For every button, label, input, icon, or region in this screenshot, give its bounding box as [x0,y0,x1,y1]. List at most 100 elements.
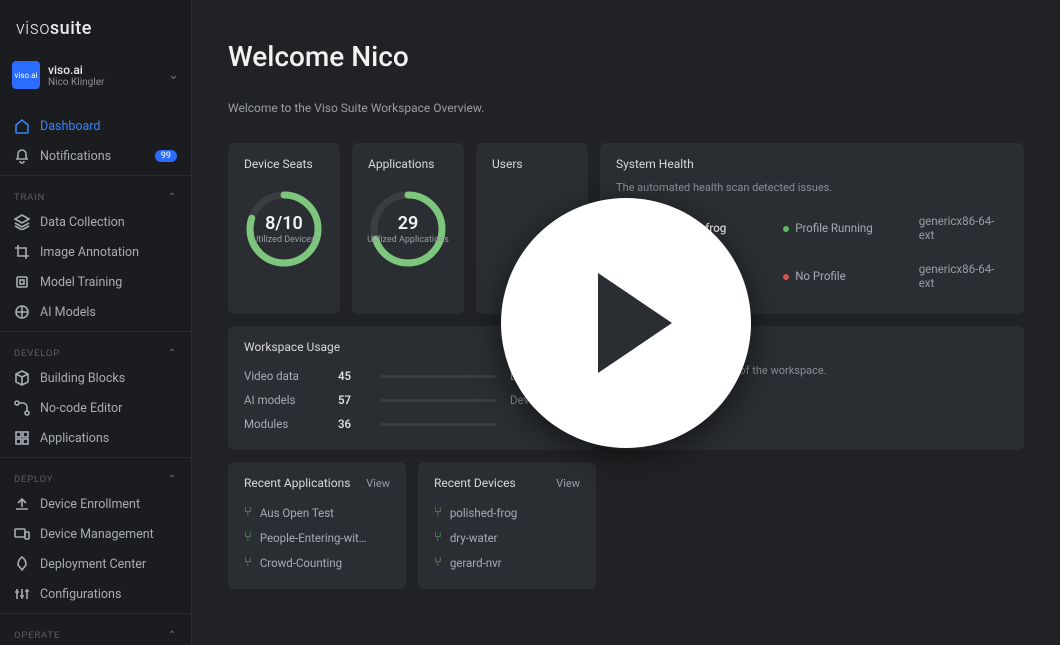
card-title: Recent Devices [434,476,516,490]
play-button[interactable] [501,198,751,448]
nav-label: Model Training [40,275,177,290]
view-link[interactable]: View [366,477,390,490]
nav-item-data-collection[interactable]: Data Collection [0,207,191,237]
nav-item-model-training[interactable]: Model Training [0,267,191,297]
org-switcher[interactable]: viso.ai viso.ai Nico Klingler ⌄ [0,53,191,103]
device-arch: genericx86-64-ext [919,262,1008,290]
applications-sub: Utilized Applications [367,236,449,246]
page-subtitle: Welcome to the Viso Suite Workspace Over… [228,101,1024,115]
nav-label: Building Blocks [40,371,177,386]
org-user: Nico Klingler [48,77,160,88]
nav-label: Image Annotation [40,245,177,260]
usage-value: 45 [338,369,366,383]
recent-devices-card: Recent Devices View ⑂polished-frog⑂dry-w… [418,462,596,589]
card-title: Recent Applications [244,476,350,490]
play-icon [598,273,672,373]
status-dot-icon [783,274,789,280]
nav-item-ai-models[interactable]: AI Models [0,297,191,327]
usage-bar [380,399,496,402]
device-seats-value: 8/10 [265,213,303,234]
chevron-up-icon: ⌃ [168,474,177,485]
divider [0,457,191,458]
branch-icon: ⑂ [244,555,252,570]
main-content: Welcome Nico Welcome to the Viso Suite W… [192,0,1060,645]
section-head-operate[interactable]: OPERATE⌃ [0,618,191,645]
recent-item[interactable]: ⑂ Aus Open Test [244,500,390,525]
brand-part1: viso [16,18,50,39]
home-icon [14,118,30,134]
nav-item-no-code-editor[interactable]: No-code Editor [0,393,191,423]
branch-icon: ⑂ [244,505,252,520]
card-title: Device Seats [244,157,313,171]
view-link[interactable]: View [556,477,580,490]
applications-value: 29 [398,213,419,234]
recent-item[interactable]: ⑂gerard-nvr [434,550,580,575]
device-seats-sub: Utilized Devices [252,236,315,246]
nav-label: Device Enrollment [40,497,177,512]
bell-icon [14,148,30,164]
crop-icon [14,244,30,260]
nav-label: AI Models [40,305,177,320]
branch-icon: ⑂ [244,530,252,545]
usage-value: 57 [338,393,366,407]
divider [0,331,191,332]
divider [0,175,191,176]
divider [0,613,191,614]
sidebar: visosuite viso.ai viso.ai Nico Klingler … [0,0,192,645]
nav-item-deployment-center[interactable]: Deployment Center [0,549,191,579]
nav-label: Applications [40,431,177,446]
sliders-icon [14,586,30,602]
card-title: Users [492,157,523,171]
chevron-down-icon: ⌄ [168,68,179,83]
brand-part2: suite [50,18,92,39]
flow-icon [14,400,30,416]
nav-label: Notifications [40,149,145,164]
usage-label: AI models [244,393,324,407]
chevron-up-icon: ⌃ [168,192,177,203]
section-head-train[interactable]: TRAIN ⌃ [0,180,191,207]
recent-item-label: Crowd-Counting [260,556,342,570]
nav-item-device-enrollment[interactable]: Device Enrollment [0,489,191,519]
grid-icon [14,430,30,446]
card-subtitle: The automated health scan detected issue… [616,181,1008,194]
usage-bar [380,423,496,426]
cube-icon [14,370,30,386]
branch-icon: ⑂ [434,555,442,570]
brain-icon [14,304,30,320]
nav-label: No-code Editor [40,401,177,416]
nav-item-dashboard[interactable]: Dashboard [0,111,191,141]
recent-item-label: Aus Open Test [260,506,334,520]
recent-item[interactable]: ⑂People-Entering-wit… [244,525,390,550]
nav-item-image-annotation[interactable]: Image Annotation [0,237,191,267]
nav-label: Data Collection [40,215,177,230]
applications-card[interactable]: Applications 29 Utilized Applications [352,143,464,314]
usage-bar [380,375,496,378]
nav-label: Configurations [40,587,177,602]
branch-icon: ⑂ [434,530,442,545]
nav-label: Dashboard [40,119,177,134]
nav-item-applications[interactable]: Applications [0,423,191,453]
section-head-deploy[interactable]: DEPLOY⌃ [0,462,191,489]
status-dot-icon [783,226,789,232]
device-arch: genericx86-64-ext [919,214,1008,242]
recent-item[interactable]: ⑂polished-frog [434,500,580,525]
device-seats-card[interactable]: Device Seats 8/10 Utilized Devices [228,143,340,314]
nav-label: Deployment Center [40,557,177,572]
brand-logo: visosuite [0,0,191,53]
org-icon: viso.ai [12,61,40,89]
nav-item-configurations[interactable]: Configurations [0,579,191,609]
section-head-develop[interactable]: DEVELOP⌃ [0,336,191,363]
device-status: No Profile [783,269,900,283]
section-title: DEVELOP [14,348,158,359]
recent-item[interactable]: ⑂ Crowd-Counting [244,550,390,575]
nav-item-device-management[interactable]: Device Management [0,519,191,549]
recent-item[interactable]: ⑂dry-water [434,525,580,550]
devices-icon [14,526,30,542]
section-title: TRAIN [14,192,158,203]
layers-icon [14,214,30,230]
nav-item-notifications[interactable]: Notifications99 [0,141,191,171]
org-name: viso.ai [48,63,160,77]
card-title: Applications [368,157,434,171]
recent-applications-card: Recent Applications View ⑂Aus Open Test⑂… [228,462,406,589]
nav-item-building-blocks[interactable]: Building Blocks [0,363,191,393]
